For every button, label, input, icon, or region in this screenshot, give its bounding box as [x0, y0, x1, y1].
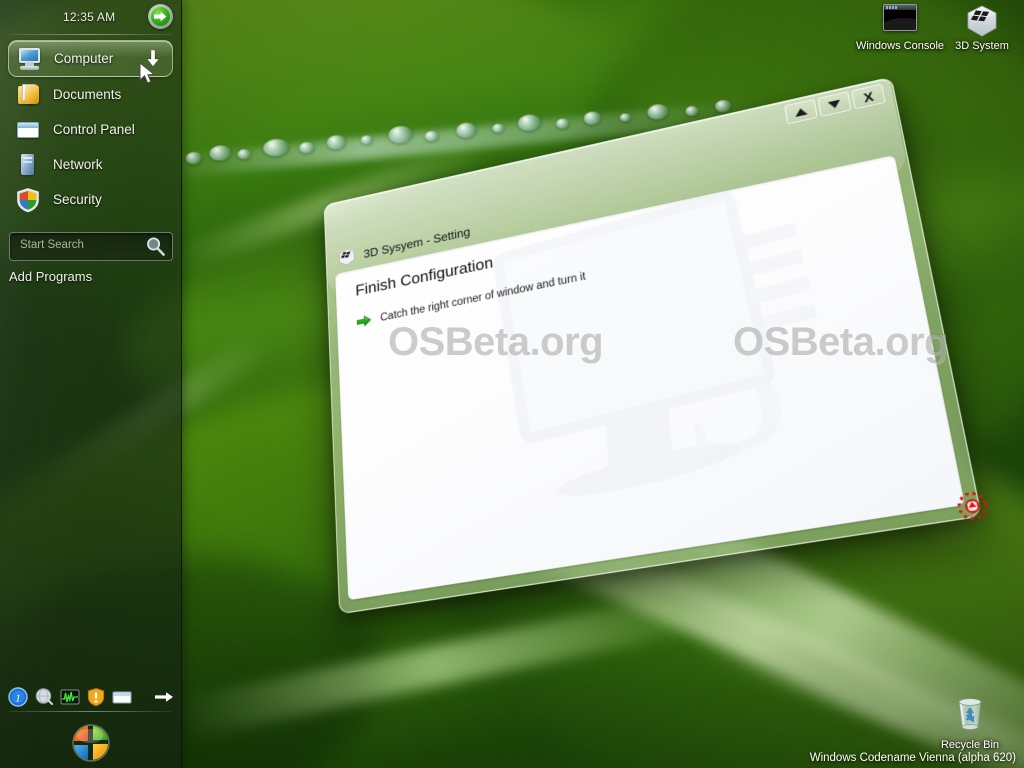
quicklaunch-tray: 1 — [8, 686, 174, 708]
security-shield-icon[interactable] — [86, 687, 106, 707]
monitor-icon — [16, 46, 42, 72]
folder-icon — [15, 82, 41, 108]
sidebar-item-label: Documents — [53, 87, 122, 102]
start-sidebar-panel[interactable]: 12:35 AM Computer Documents Control Pane… — [0, 0, 182, 768]
search-input[interactable]: Start Search — [9, 232, 173, 261]
desktop-screen: Windows Console 3D System Recycle Bin Wi… — [0, 0, 1024, 768]
sidebar-item-control-panel[interactable]: Control Panel — [8, 112, 173, 147]
shield-icon — [15, 187, 41, 213]
sidebar-item-label: Security — [53, 192, 102, 207]
search-placeholder: Start Search — [20, 239, 84, 251]
search-icon[interactable] — [145, 236, 166, 257]
osbeta-watermark: OSBeta.org — [388, 320, 604, 364]
tower-icon — [15, 152, 41, 178]
window-icon[interactable] — [112, 687, 132, 707]
performance-monitor-icon[interactable] — [60, 687, 80, 707]
logoff-arrow-icon — [151, 7, 170, 26]
window-icon — [15, 117, 41, 143]
sidebar-divider-top — [9, 34, 172, 35]
sidebar-header: 12:35 AM — [0, 0, 181, 32]
sidebar-item-label: Control Panel — [53, 122, 135, 137]
clock: 12:35 AM — [63, 10, 116, 24]
green-arrow-icon — [357, 314, 372, 329]
sidebar-divider-bottom — [9, 711, 172, 712]
show-desktop-arrow-icon[interactable] — [154, 687, 174, 707]
svg-text:1: 1 — [15, 692, 21, 704]
start-orb-button[interactable] — [70, 722, 112, 764]
sidebar-item-security[interactable]: Security — [8, 182, 173, 217]
rotate-corner-handle[interactable] — [953, 488, 993, 525]
windows-cube-logo-icon — [338, 247, 356, 268]
add-programs-link[interactable]: Add Programs — [9, 269, 92, 284]
osbeta-watermark: OSBeta.org — [733, 320, 949, 364]
sidebar-item-label: Computer — [54, 51, 114, 66]
sidebar-item-label: Network — [53, 157, 103, 172]
logoff-button[interactable] — [148, 4, 173, 29]
mouse-cursor — [139, 62, 156, 84]
network-radar-icon[interactable] — [34, 687, 54, 707]
media-player-icon[interactable]: 1 — [8, 687, 28, 707]
sidebar-item-network[interactable]: Network — [8, 147, 173, 182]
